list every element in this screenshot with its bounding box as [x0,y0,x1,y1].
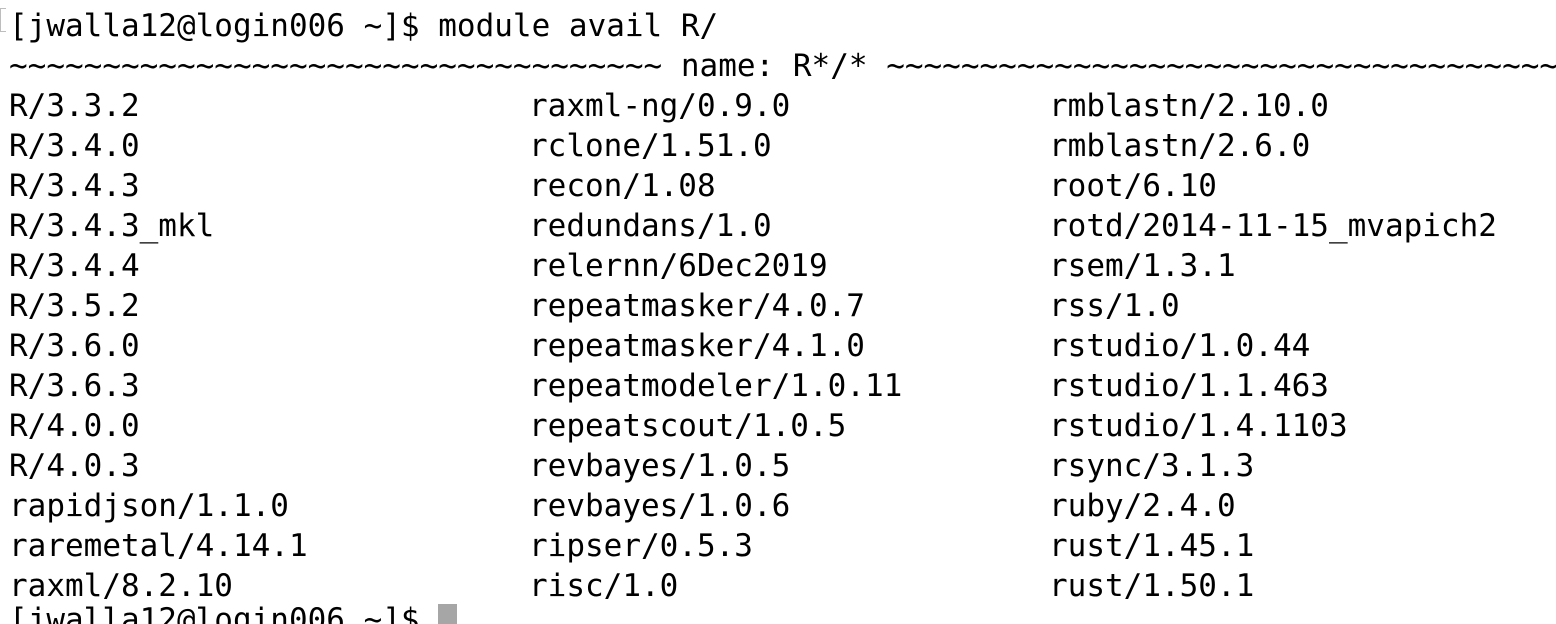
module-entry: rsem/1.3.1 [1049,248,1236,284]
module-entry: raxml-ng/0.9.0 [529,88,791,124]
module-entry: recon/1.08 [529,168,716,204]
module-entry: rotd/2014-11-15_mvapich2 [1049,208,1497,244]
module-header-line: ~~~~~~~~~~~~~~~~~~~~~~~~~~~~~~~~~~~ name… [9,48,1556,84]
module-entry: R/3.5.2 [9,288,140,324]
module-entry: rstudio/1.1.463 [1049,368,1329,404]
module-entry: rust/1.45.1 [1049,528,1255,564]
module-entry: repeatmodeler/1.0.11 [529,368,903,404]
module-entry: R/3.4.0 [9,128,140,164]
module-entry: R/4.0.0 [9,408,140,444]
module-entry: risc/1.0 [529,568,679,604]
module-entry: R/3.6.3 [9,368,140,404]
module-entry: R/3.4.3_mkl [9,208,215,244]
shell-prompt: [jwalla12@login006 ~]$ [9,602,439,624]
module-entry: R/4.0.3 [9,448,140,484]
module-entry: ripser/0.5.3 [529,528,753,564]
module-entry: rust/1.50.1 [1049,568,1255,604]
module-entry: rmblastn/2.6.0 [1049,128,1311,164]
module-entry: relernn/6Dec2019 [529,248,828,284]
module-entry: redundans/1.0 [529,208,772,244]
module-entry: rss/1.0 [1049,288,1180,324]
module-entry: rclone/1.51.0 [529,128,772,164]
module-entry: repeatmasker/4.0.7 [529,288,865,324]
module-entry: R/3.4.3 [9,168,140,204]
module-entry: rstudio/1.4.1103 [1049,408,1348,444]
module-entry: rapidjson/1.1.0 [9,488,289,524]
command-line: [jwalla12@login006 ~]$ module avail R/ [9,8,719,44]
terminal-window[interactable]: [jwalla12@login006 ~]$ module avail R/ ~… [0,0,1556,624]
module-entry: raremetal/4.14.1 [9,528,308,564]
text-cursor [438,604,458,624]
module-entry: R/3.3.2 [9,88,140,124]
module-entry: R/3.6.0 [9,328,140,364]
module-entry: R/3.4.4 [9,248,140,284]
module-entry: rmblastn/2.10.0 [1049,88,1329,124]
module-entry: ruby/2.4.0 [1049,488,1236,524]
module-entry: repeatscout/1.0.5 [529,408,847,444]
module-entry: root/6.10 [1049,168,1217,204]
line-marker [0,8,6,32]
module-entry: repeatmasker/4.1.0 [529,328,865,364]
shell-prompt-line[interactable]: [jwalla12@login006 ~]$ [9,600,458,624]
module-entry: revbayes/1.0.6 [529,488,791,524]
module-entry: rstudio/1.0.44 [1049,328,1311,364]
module-entry: rsync/3.1.3 [1049,448,1255,484]
module-entry: revbayes/1.0.5 [529,448,791,484]
